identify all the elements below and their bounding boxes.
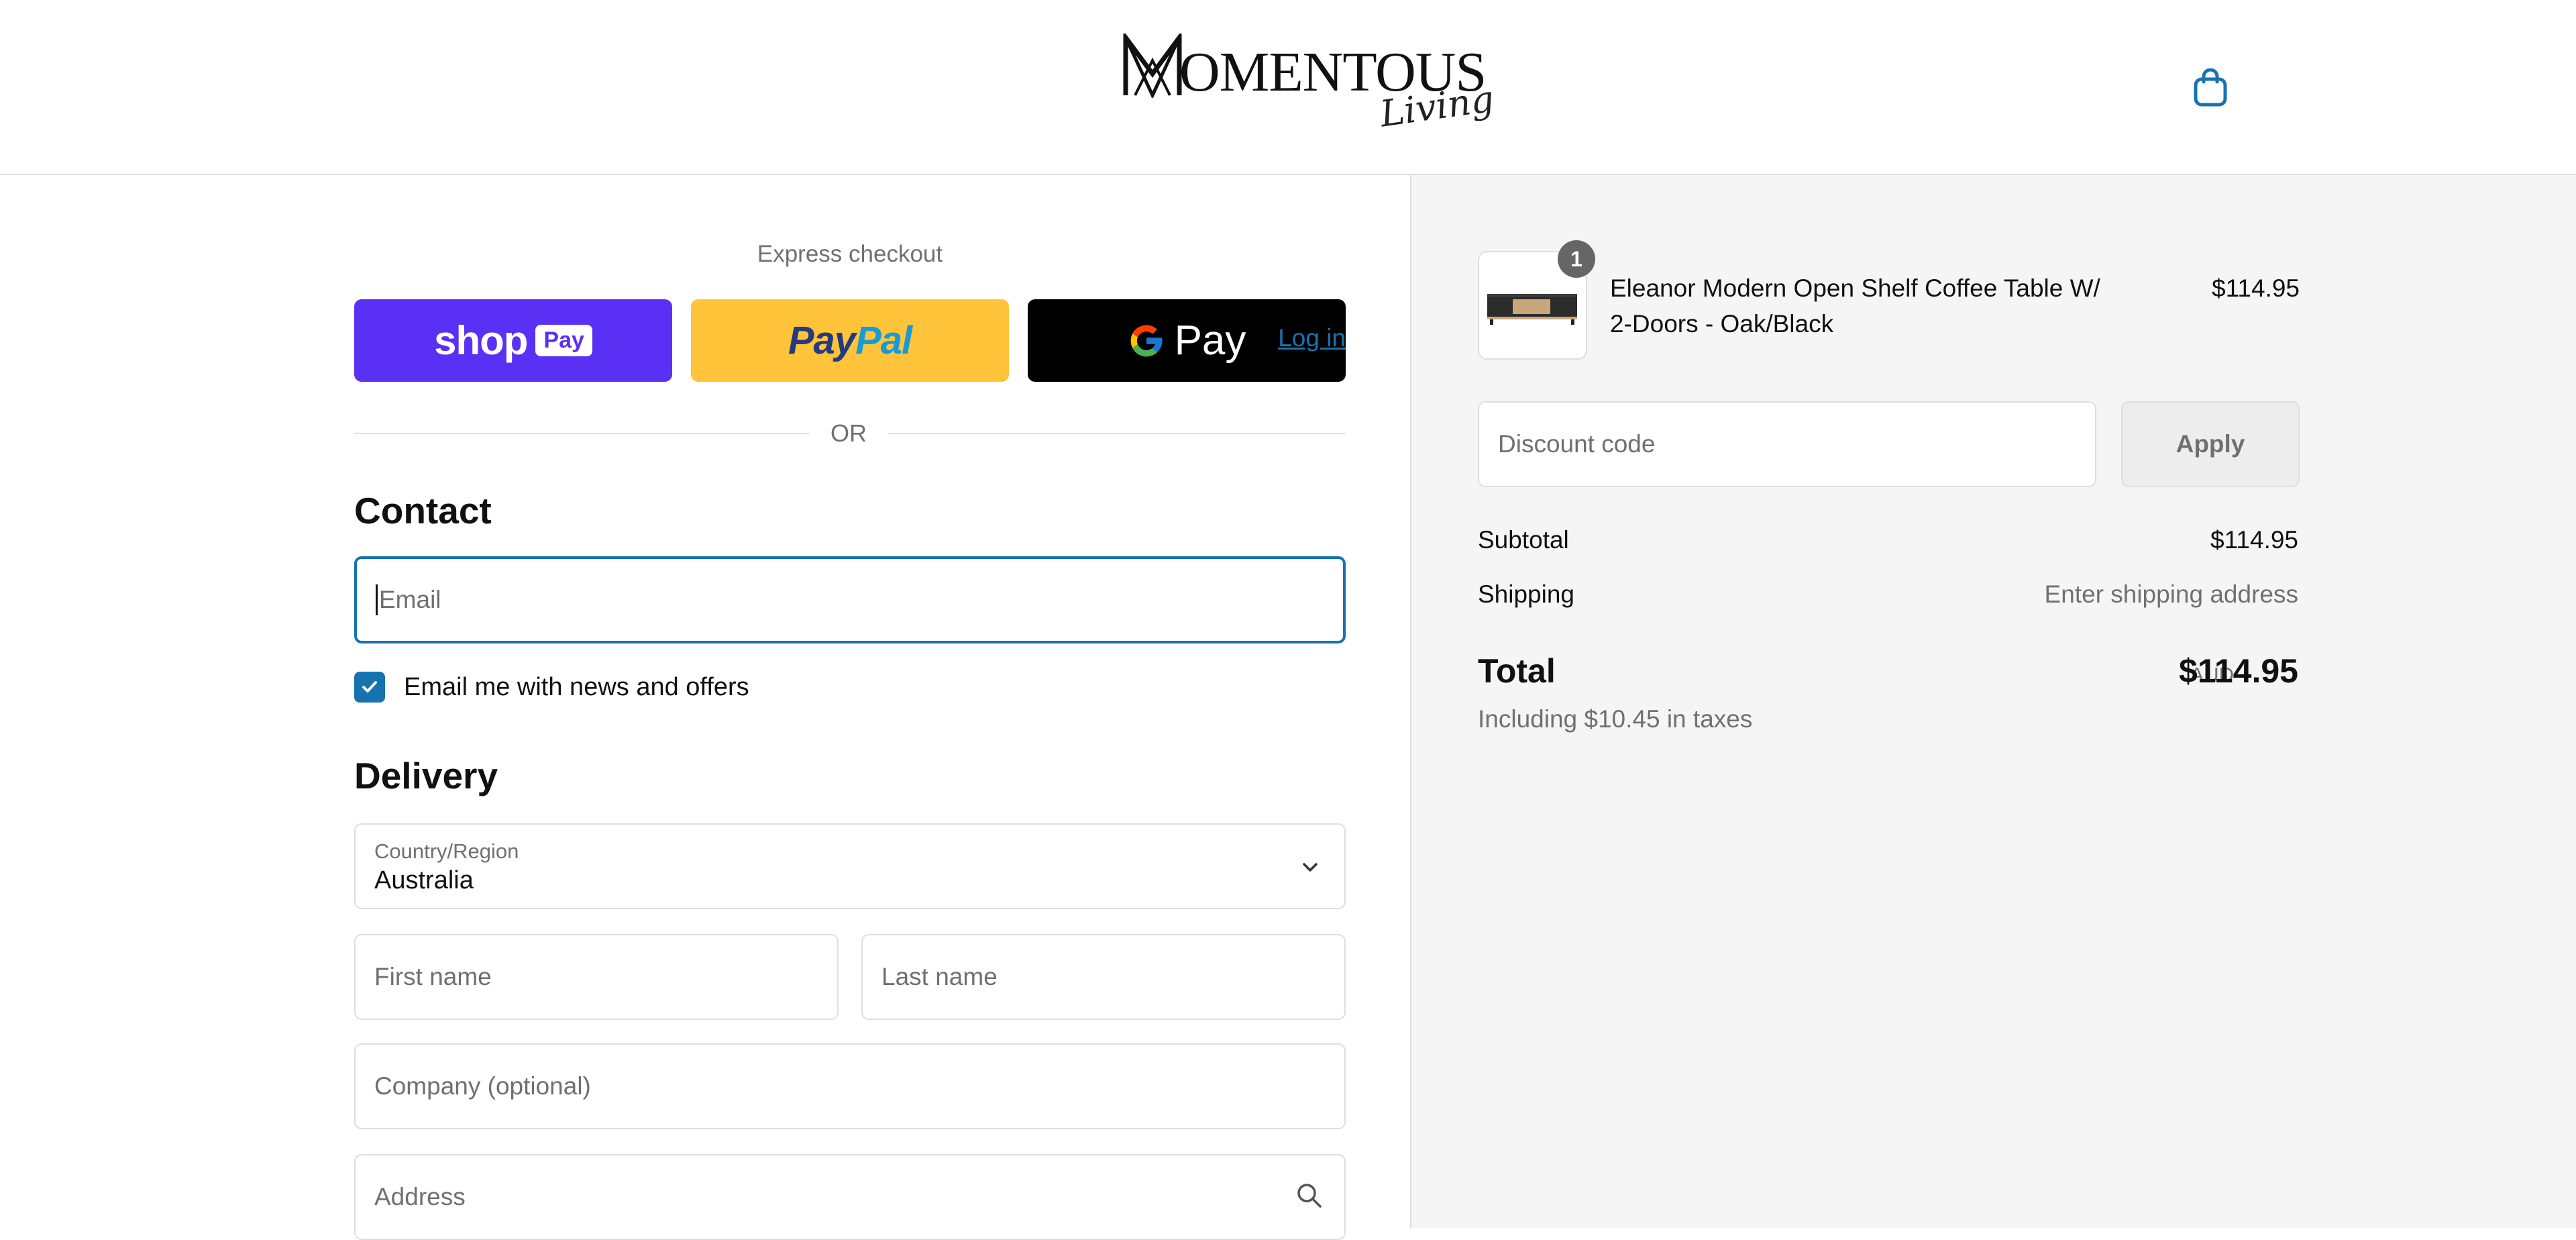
last-name-input[interactable]: Last name (861, 934, 1346, 1020)
company-placeholder: Company (optional) (374, 1072, 591, 1100)
total-label: Total (1478, 652, 1556, 690)
newsletter-checkbox[interactable] (354, 672, 385, 703)
country-select[interactable]: Country/Region Australia (354, 823, 1346, 909)
or-text: OR (830, 419, 867, 447)
address-input[interactable]: Address (354, 1154, 1346, 1240)
divider-line (354, 433, 809, 434)
product-title: Eleanor Modern Open Shelf Coffee Table W… (1610, 274, 2100, 338)
shop-pay-wordmark: shop (434, 318, 528, 363)
express-checkout-title: Express checkout (757, 241, 943, 267)
order-summary: 1 Eleanor Modern Open Shelf Coffee Table… (1410, 175, 2576, 1228)
google-g-icon (1130, 325, 1162, 356)
discount-code-input[interactable]: Discount code (1478, 401, 2096, 487)
checkmark-icon (362, 681, 377, 692)
shop-pay-button[interactable]: shop Pay (354, 299, 672, 382)
email-placeholder: Email (379, 586, 441, 613)
company-input[interactable]: Company (optional) (354, 1043, 1346, 1129)
cart-button[interactable] (2188, 66, 2233, 110)
last-name-placeholder: Last name (881, 963, 998, 990)
discount-placeholder: Discount code (1498, 430, 1656, 458)
newsletter-checkbox-row[interactable]: Email me with news and offers (354, 667, 749, 707)
brand-logo[interactable]: OMENTOUS Living (1122, 32, 1497, 140)
newsletter-label: Email me with news and offers (404, 672, 749, 701)
subtotal-value: $114.95 (2210, 526, 2298, 554)
taxes-note: Including $10.45 in taxes (1478, 705, 1753, 733)
divider-line (888, 433, 1346, 434)
paypal-wordmark: PayPal (788, 319, 912, 362)
product-price: $114.95 (2212, 274, 2300, 302)
paypal-button[interactable]: PayPal (691, 299, 1009, 382)
or-divider: OR (354, 417, 1346, 450)
checkout-form-column: Express checkout shop Pay PayPal Pay OR … (0, 175, 1410, 1240)
shopping-bag-icon (2194, 68, 2227, 107)
shop-pay-pill: Pay (535, 325, 592, 356)
email-input[interactable]: Email (354, 556, 1346, 643)
search-icon (1297, 1184, 1322, 1208)
google-pay-wordmark: Pay (1174, 317, 1246, 364)
contact-heading: Contact (354, 490, 492, 531)
apply-discount-button[interactable]: Apply (2121, 401, 2300, 487)
subtotal-label: Subtotal (1478, 526, 1569, 554)
site-header: OMENTOUS Living (0, 0, 2576, 175)
first-name-placeholder: First name (374, 963, 492, 990)
first-name-input[interactable]: First name (354, 934, 839, 1020)
chevron-down-icon (1303, 863, 1318, 872)
shipping-value: Enter shipping address (2044, 580, 2298, 608)
address-placeholder: Address (374, 1183, 466, 1210)
country-value: Australia (374, 866, 474, 894)
total-value: $114.95 (2179, 652, 2298, 690)
shipping-label: Shipping (1478, 580, 1575, 608)
text-caret (376, 584, 378, 615)
login-link[interactable]: Log in (1261, 324, 1346, 352)
country-label: Country/Region (374, 839, 519, 863)
quantity-badge: 1 (1558, 240, 1595, 278)
logo-monogram-icon (1123, 34, 1182, 98)
delivery-heading: Delivery (354, 755, 498, 796)
